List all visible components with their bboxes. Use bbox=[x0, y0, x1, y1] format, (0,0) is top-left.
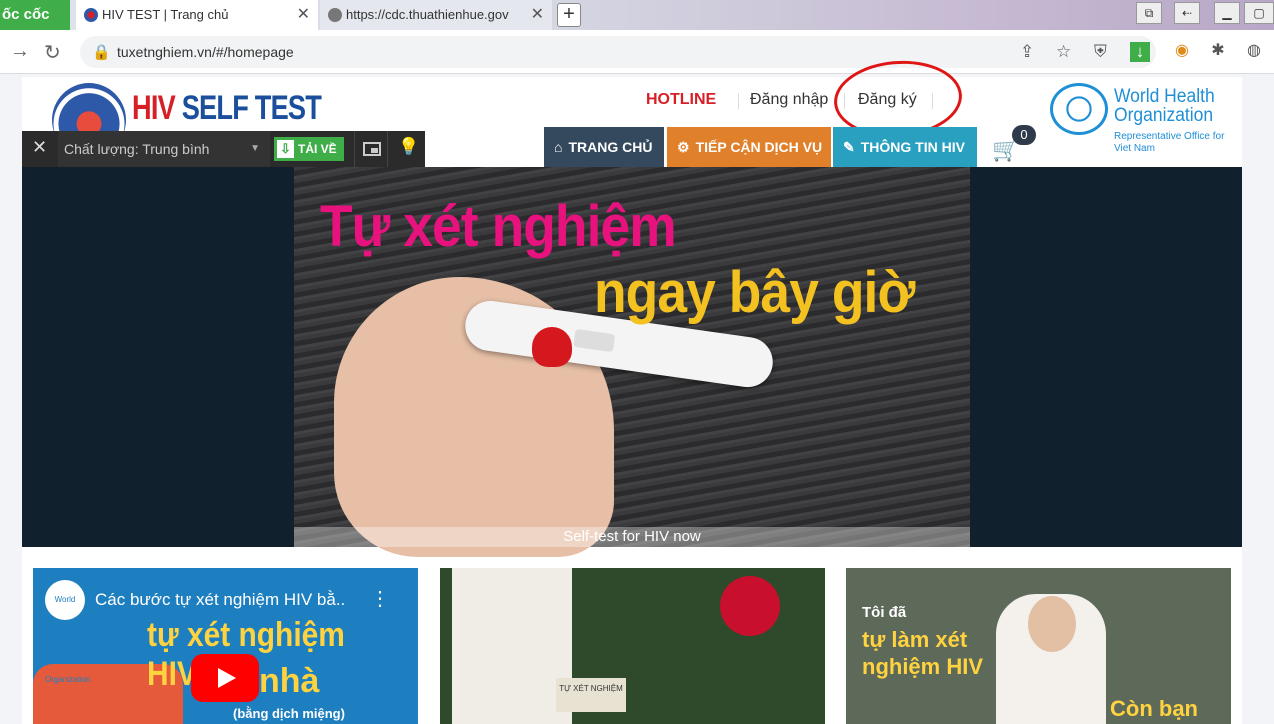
picture-in-picture-icon[interactable] bbox=[354, 131, 388, 167]
forward-arrow-icon[interactable]: → bbox=[10, 40, 30, 63]
testimonial-card[interactable]: Tôi đã tự làm xét nghiệm HIV Còn bạn bbox=[846, 568, 1231, 724]
share-icon[interactable]: ⇪ bbox=[1020, 42, 1034, 62]
youtube-play-button[interactable] bbox=[191, 654, 259, 702]
site-favicon-icon bbox=[84, 8, 98, 22]
site-title-self-test: SELF TEST bbox=[174, 89, 322, 127]
who-emblem-icon bbox=[1050, 83, 1108, 135]
back-tab-icon[interactable]: ⇠ bbox=[1174, 2, 1200, 24]
reload-icon[interactable]: ↻ bbox=[44, 40, 61, 65]
more-options-icon[interactable]: ⋮ bbox=[370, 586, 390, 611]
close-tab-icon[interactable]: ✕ bbox=[297, 0, 310, 30]
tab-hiv-test[interactable]: HIV TEST | Trang chủ ✕ bbox=[76, 0, 318, 30]
quality-select[interactable]: Chất lượng: Trung bình ▼ bbox=[58, 131, 270, 167]
hotline-link[interactable]: HOTLINE bbox=[646, 91, 716, 109]
menu-label: TIẾP CẬN DỊCH VỤ bbox=[695, 139, 823, 155]
testimonial-line3: Còn bạn bbox=[1110, 696, 1198, 721]
video-download-toolbar: ✕ Chất lượng: Trung bình ▼ ⇩ TẢI VỀ 💡 bbox=[22, 131, 425, 167]
address-bar: → ↻ 🔒 tuxetnghiem.vn/#/homepage ⇪ ☆ ⛨ ↓ … bbox=[0, 30, 1274, 74]
tab-title: https://cdc.thuathienhue.gov bbox=[346, 7, 509, 22]
cart-count-badge: 0 bbox=[1012, 125, 1036, 145]
video-title[interactable]: Các bước tự xét nghiệm HIV bằ.. bbox=[95, 590, 345, 610]
quality-label: Chất lượng: Trung bình bbox=[64, 141, 210, 157]
testimonial-line1: Tôi đã bbox=[862, 604, 907, 621]
screenshot-icon[interactable]: ⧉ bbox=[1136, 2, 1162, 24]
coccoc-brand[interactable]: ốc cốc bbox=[0, 0, 70, 30]
close-tab-icon[interactable]: ✕ bbox=[526, 0, 544, 30]
new-tab-button[interactable]: + bbox=[557, 3, 581, 27]
menu-label: TRANG CHỦ bbox=[568, 139, 653, 155]
download-label: TẢI VỀ bbox=[298, 142, 337, 156]
home-icon: ⌂ bbox=[554, 139, 563, 155]
download-button[interactable]: ⇩ TẢI VỀ bbox=[274, 137, 344, 161]
download-icon[interactable]: ↓ bbox=[1130, 42, 1150, 62]
menu-thong-tin-hiv[interactable]: ✎ THÔNG TIN HIV bbox=[833, 127, 977, 167]
hero-image[interactable]: Tự xét nghiệm ngay bây giờ Self-test for… bbox=[294, 167, 970, 557]
flower-image bbox=[720, 576, 780, 636]
profile-icon[interactable]: ◍ bbox=[1244, 41, 1264, 61]
hero-subheadline: ngay bây giờ bbox=[594, 260, 915, 325]
test-kit-photo-card[interactable]: TỰ XÉT NGHIỆM bbox=[440, 568, 825, 724]
puzzle-extensions-icon[interactable]: ✱ bbox=[1208, 41, 1228, 61]
divider bbox=[738, 93, 739, 109]
maximize-button[interactable]: ▢ bbox=[1244, 2, 1274, 24]
webpage: HIV SELF TEST HOTLINE Đăng nhập Đăng ký … bbox=[22, 56, 1242, 724]
menu-tiep-can-dich-vu[interactable]: ⚙ TIẾP CẬN DỊCH VỤ bbox=[667, 127, 831, 167]
hero-banner: Tự xét nghiệm ngay bây giờ Self-test for… bbox=[22, 167, 1242, 557]
lightbulb-icon[interactable]: 💡 bbox=[398, 137, 419, 157]
cogs-icon: ⚙ bbox=[677, 139, 690, 155]
download-icon: ⇩ bbox=[277, 140, 294, 158]
video-thumb-subtext: (bằng dịch miệng) bbox=[233, 706, 345, 721]
site-title-hiv: HIV bbox=[132, 89, 176, 127]
coccoc-extension-icon[interactable]: ◉ bbox=[1172, 41, 1192, 61]
chevron-down-icon: ▼ bbox=[250, 143, 260, 154]
shield-extension-icon[interactable]: ⛨ bbox=[1094, 42, 1107, 62]
lock-icon: 🔒 bbox=[92, 44, 111, 61]
who-channel-avatar[interactable]: World Health Organization bbox=[45, 580, 90, 684]
globe-icon bbox=[328, 8, 342, 22]
url-text: tuxetnghiem.vn/#/homepage bbox=[117, 44, 294, 60]
who-name: World Health Organization bbox=[1114, 86, 1215, 126]
site-title[interactable]: HIV SELF TEST bbox=[132, 89, 322, 128]
url-field[interactable]: 🔒 tuxetnghiem.vn/#/homepage ⇪ ☆ ⛨ ↓ bbox=[80, 36, 1156, 68]
nail-image bbox=[532, 327, 572, 367]
close-icon[interactable]: ✕ bbox=[32, 137, 47, 158]
hero-caption: Self-test for HIV now bbox=[294, 527, 970, 547]
poster-board-image bbox=[452, 568, 572, 724]
browser-tabstrip: ốc cốc HIV TEST | Trang chủ ✕ https://cd… bbox=[0, 0, 1274, 30]
who-subtitle: Representative Office for Viet Nam bbox=[1114, 131, 1225, 154]
magic-wand-icon: ✎ bbox=[843, 139, 855, 155]
tab-title: HIV TEST | Trang chủ bbox=[102, 7, 229, 22]
testimonial-line2: tự làm xét nghiệm HIV bbox=[862, 627, 984, 679]
video-thumb-text-2: nhà bbox=[259, 662, 320, 700]
minimize-button[interactable]: ▁ bbox=[1214, 2, 1240, 24]
bookmark-star-icon[interactable]: ☆ bbox=[1056, 42, 1071, 62]
person-head-image bbox=[1028, 596, 1076, 652]
tab-cdc[interactable]: https://cdc.thuathienhue.gov ✕ bbox=[320, 0, 552, 30]
card-sign: TỰ XÉT NGHIỆM bbox=[556, 678, 626, 712]
youtube-video-card[interactable]: World Health Organization Các bước tự xé… bbox=[33, 568, 418, 724]
login-link[interactable]: Đăng nhập bbox=[750, 91, 828, 109]
menu-label: THÔNG TIN HIV bbox=[860, 139, 965, 155]
hero-headline: Tự xét nghiệm bbox=[320, 194, 677, 259]
menu-trang-chu[interactable]: ⌂ TRANG CHỦ bbox=[544, 127, 664, 167]
